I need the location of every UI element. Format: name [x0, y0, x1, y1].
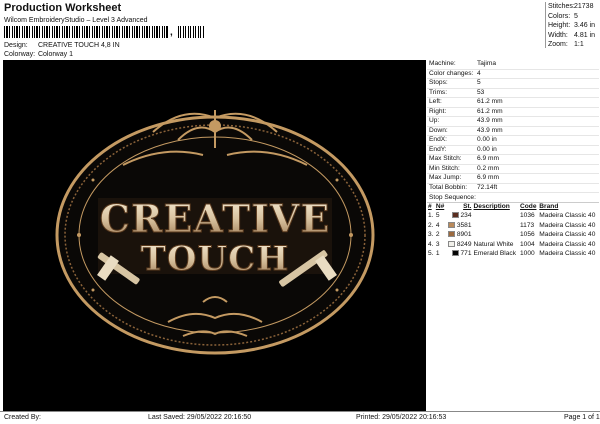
row-num: 4.	[428, 240, 434, 248]
stat-colors: Colors: 5	[548, 12, 578, 20]
stat-stitches: Stitches: 21738	[548, 3, 594, 10]
table-row: 5. 1 771 Emerald Black 1000 Madeira Classic 4…	[427, 249, 599, 259]
row-stitches: 3581	[446, 221, 473, 231]
row-brand: Madeira Classic 40	[539, 231, 596, 238]
printed-date: Printed: 29/05/2022 20:16:53	[356, 414, 447, 421]
colorway-value: Colorway 1	[37, 51, 73, 58]
barcode-separator: ,	[170, 27, 173, 38]
col-header-code: Code	[520, 203, 537, 210]
color-swatch	[447, 240, 455, 247]
stop-sequence-table: # N# St. Description Code Brand 1. 5 234 10…	[427, 203, 599, 259]
row-needle: 4	[435, 221, 440, 229]
software-subtitle: Wilcom EmbroideryStudio – Level 3 Advanc…	[4, 17, 148, 24]
table-row: 1. 5 234 1036 Madeira Classic 40	[427, 211, 599, 221]
page-title: Production Worksheet	[4, 2, 122, 14]
embroidery-logo: CREATIVE TOUCH	[55, 110, 375, 355]
table-row: 2. 4 3581 1173 Madeira Classic 40	[427, 221, 599, 231]
colorway-row: Colorway: Colorway 1	[4, 50, 73, 59]
row-num: 2.	[428, 221, 434, 229]
row-brand: Madeira Classic 40	[539, 250, 596, 257]
created-by: Created By:	[4, 414, 41, 421]
row-brand: Madeira Classic 40	[539, 212, 596, 219]
color-swatch	[447, 231, 455, 238]
stat-height: Height: 3.46 in	[548, 22, 596, 29]
row-stitches: 8249	[446, 240, 473, 250]
info-trims: Trims: 53	[427, 89, 599, 98]
col-header-n: N#	[435, 203, 445, 210]
info-total-bobbin: Total Bobbin: 72.14ft	[427, 184, 599, 193]
info-max-stitch: Max Stitch: 6.9 mm	[427, 155, 599, 165]
row-brand: Madeira Classic 40	[539, 221, 596, 229]
design-row: Design: CREATIVE TOUCH 4,8 IN	[4, 41, 120, 50]
row-code: 1000	[520, 250, 535, 257]
row-description: Natural White	[473, 240, 514, 248]
col-header-num: #	[428, 203, 432, 210]
row-code: 1004	[520, 240, 535, 248]
logo-line-creative: CREATIVE	[100, 196, 331, 241]
stat-width: Width: 4.81 in	[548, 31, 596, 39]
info-min-stitch: Min Stitch: 0.2 mm	[427, 165, 599, 174]
color-swatch	[451, 212, 459, 219]
col-header-brand: Brand	[539, 203, 559, 210]
info-down: Down: 43.9 mm	[427, 127, 599, 136]
row-stitches: 8901	[446, 230, 473, 240]
col-header-description: Description	[473, 203, 510, 210]
logo-line-touch: TOUCH	[141, 239, 290, 279]
row-description	[473, 230, 519, 240]
design-value: CREATIVE TOUCH 4,8 IN	[37, 42, 120, 49]
info-machine: Machine: Tajima	[427, 60, 599, 70]
table-header-row: # N# St. Description Code Brand	[427, 203, 599, 211]
design-preview: CREATIVE TOUCH	[3, 60, 426, 411]
design-label: Design:	[4, 42, 28, 49]
row-num: 3.	[428, 231, 434, 238]
row-num: 5.	[428, 250, 434, 257]
row-needle: 1	[435, 250, 440, 257]
row-brand: Madeira Classic 40	[539, 240, 596, 248]
row-code: 1036	[520, 212, 535, 219]
info-color-changes: Color changes: 4	[427, 70, 599, 79]
table-row: 4. 3 8249 Natural White 1004 Madeira Classic …	[427, 240, 599, 250]
row-needle: 5	[435, 212, 440, 219]
info-left: Left: 61.2 mm	[427, 98, 599, 108]
row-stitches: 234	[446, 211, 473, 221]
last-saved: Last Saved: 29/05/2022 20:16:50	[148, 414, 252, 421]
row-code: 1056	[520, 231, 535, 238]
worksheet-footer: Created By: Last Saved: 29/05/2022 20:16…	[0, 411, 600, 424]
info-stops: Stops: 5	[427, 79, 599, 89]
row-stitches: 771	[446, 249, 473, 259]
row-needle: 2	[435, 231, 440, 238]
col-header-st: St.	[463, 203, 472, 210]
stat-zoom: Zoom: 1:1	[548, 41, 584, 48]
machine-info-panel: Machine: Tajima Color changes: 4 Stops: 5 T…	[427, 60, 599, 259]
row-description: Emerald Black	[473, 250, 517, 257]
row-code: 1173	[520, 221, 535, 229]
info-endy: EndY: 0.00 in	[427, 146, 599, 155]
info-endx: EndX: 0.00 in	[427, 136, 599, 146]
info-right: Right: 61.2 mm	[427, 108, 599, 117]
page-number: Page 1 of 1	[564, 414, 600, 421]
colorway-label: Colorway:	[4, 51, 36, 58]
worksheet-header: Production Worksheet Wilcom EmbroiderySt…	[4, 2, 540, 60]
row-num: 1.	[428, 212, 434, 219]
stop-sequence-label: Stop Sequence:	[427, 193, 599, 203]
row-description	[473, 211, 519, 221]
design-stats: Stitches: 21738 Colors: 5 Height: 3.46 in W…	[545, 2, 599, 48]
row-needle: 3	[435, 240, 440, 248]
barcode-secondary	[178, 26, 204, 38]
color-swatch	[451, 250, 459, 257]
color-swatch	[447, 221, 455, 228]
barcode	[4, 26, 168, 38]
row-description	[473, 221, 519, 231]
table-row: 3. 2 8901 1056 Madeira Classic 40	[427, 230, 599, 240]
info-max-jump: Max Jump: 6.9 mm	[427, 174, 599, 184]
info-up: Up: 43.9 mm	[427, 117, 599, 127]
